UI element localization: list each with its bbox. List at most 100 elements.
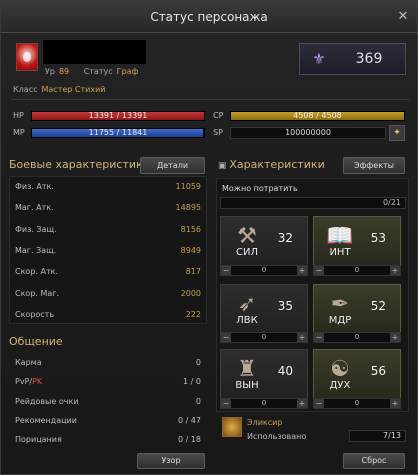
status-value: Граф: [116, 67, 139, 76]
attribute-step-value: 0: [261, 333, 267, 341]
social-label: Карма: [15, 358, 42, 367]
social-row: Рекомендации 0 / 47: [15, 416, 201, 428]
spend-points-label: Можно потратить: [222, 184, 298, 193]
elixir-used-label: Использовано: [247, 432, 307, 441]
plus-icon[interactable]: +: [390, 399, 400, 408]
spend-points-value: 0/21: [383, 198, 401, 207]
attribute-step-value: 0: [261, 399, 267, 407]
class-label: Класс: [13, 85, 38, 94]
combat-stat-value: 817: [185, 267, 201, 277]
minus-icon[interactable]: −: [314, 333, 324, 342]
attribute-value: 40: [277, 364, 293, 378]
attribute-abbr: ДУХ: [329, 380, 351, 391]
combat-stat-label: Скорость: [15, 309, 55, 319]
rank-value: 369: [355, 51, 383, 67]
status-label: Статус: [83, 67, 113, 76]
attribute-stepper: − 0 +: [313, 265, 401, 276]
combat-stats-title: Боевые характеристики: [9, 158, 150, 171]
effects-button[interactable]: Эффекты: [343, 157, 405, 174]
level-status-row: Ур 89 Статус Граф: [45, 67, 142, 76]
plus-icon[interactable]: +: [390, 333, 400, 342]
attribute-stepper: − 0 +: [220, 332, 308, 343]
reset-button[interactable]: Сброс: [343, 453, 405, 469]
cp-label: CP: [213, 111, 224, 120]
attribute-value: 35: [277, 299, 293, 313]
attribute-value: 53: [370, 231, 386, 245]
combat-stat-value: 11059: [175, 182, 201, 191]
social-value: 1 / 0: [183, 377, 201, 387]
combat-stat-row: Маг. Защ. 8949: [15, 246, 201, 258]
mp-bar: 11755 / 11841: [31, 128, 205, 138]
close-icon[interactable]: ✕: [395, 9, 411, 25]
minus-icon[interactable]: −: [314, 399, 324, 408]
sp-skill-icon[interactable]: ✦: [389, 125, 405, 141]
hp-bar-text: 13391 / 13391: [88, 111, 148, 120]
glyph-button[interactable]: Узор: [137, 453, 205, 469]
attribute-value: 56: [370, 364, 386, 378]
character-status-window: Статус персонажа ✕ Ур 89 Статус Граф ⚜ 369…: [0, 0, 418, 475]
social-label: PvP/PK: [15, 377, 43, 387]
attribute-abbr: ВЫН: [235, 380, 259, 391]
social-row: Порицания 0 / 18: [15, 435, 201, 447]
cp-bar: 4508 / 4508: [230, 111, 405, 121]
minus-icon[interactable]: −: [314, 266, 324, 275]
attribute-abbr: МДР: [328, 315, 352, 326]
attribute-step-value: 0: [354, 399, 360, 407]
attribute-value: 32: [277, 231, 293, 245]
attribute-stepper: − 0 +: [220, 265, 308, 276]
hp-label: HP: [13, 111, 24, 120]
social-value: 0: [195, 358, 201, 367]
social-row: Рейдовые очки 0: [15, 397, 201, 409]
attribute-step-value: 0: [354, 266, 360, 274]
attribute-stepper: − 0 +: [313, 398, 401, 409]
window-titlebar[interactable]: Статус персонажа ✕: [1, 1, 417, 33]
details-button[interactable]: Детали: [140, 157, 205, 174]
sp-label: SP: [213, 128, 223, 137]
minus-icon[interactable]: −: [221, 333, 231, 342]
social-value: 0: [195, 396, 201, 406]
hp-bar: 13391 / 13391: [31, 111, 205, 121]
social-row: PvP/PK 1 / 0: [15, 377, 201, 389]
social-title: Общение: [9, 335, 63, 348]
social-label: Рекомендации: [15, 415, 77, 425]
mp-label: MP: [13, 128, 25, 137]
combat-stat-row: Скор. Маг. 2000: [15, 289, 201, 301]
minus-icon[interactable]: −: [221, 266, 231, 275]
spend-points-bar: 0/21: [220, 197, 406, 209]
combat-stat-label: Физ. Защ.: [15, 224, 57, 234]
combat-stat-value: 8949: [180, 245, 201, 255]
characteristics-title: ▣ Характеристики: [218, 158, 325, 171]
combat-stat-label: Маг. Защ.: [15, 245, 57, 255]
combat-stat-value: 8156: [180, 224, 201, 234]
combat-stat-value: 222: [185, 309, 201, 319]
sp-value: 100000000: [230, 127, 386, 139]
combat-stat-row: Скор. Атк. 817: [15, 267, 201, 279]
plus-icon[interactable]: +: [297, 333, 307, 342]
social-label: Порицания: [15, 435, 62, 445]
attribute-abbr: СИЛ: [236, 247, 258, 258]
elixir-count: 7/13: [349, 430, 406, 442]
character-name-redacted: [43, 40, 146, 64]
plus-icon[interactable]: +: [297, 399, 307, 408]
elixir-icon: [222, 417, 242, 437]
class-value: Мастер Стихий: [41, 85, 106, 94]
attribute-value: 52: [370, 299, 386, 313]
plus-icon[interactable]: +: [297, 266, 307, 275]
rank-emblem-icon: ⚜: [312, 50, 326, 68]
cp-bar-text: 4508 / 4508: [293, 111, 342, 120]
combat-stat-value: 14895: [175, 203, 201, 213]
combat-stat-row: Физ. Защ. 8156: [15, 225, 201, 237]
combat-stat-row: Скорость 222: [15, 310, 201, 322]
header-divider: [11, 99, 409, 100]
mp-bar-text: 11755 / 11841: [88, 128, 148, 137]
combat-stat-label: Физ. Атк.: [15, 182, 54, 191]
combat-stat-row: Маг. Атк. 14895: [15, 203, 201, 215]
attribute-stepper: − 0 +: [313, 332, 401, 343]
class-row: Класс Мастер Стихий: [13, 85, 105, 94]
elixir-title: Эликсир: [247, 418, 283, 427]
combat-stat-value: 2000: [180, 288, 201, 298]
social-label: Рейдовые очки: [15, 396, 79, 406]
minus-icon[interactable]: −: [221, 399, 231, 408]
attribute-abbr: ИНТ: [329, 247, 351, 258]
plus-icon[interactable]: +: [390, 266, 400, 275]
